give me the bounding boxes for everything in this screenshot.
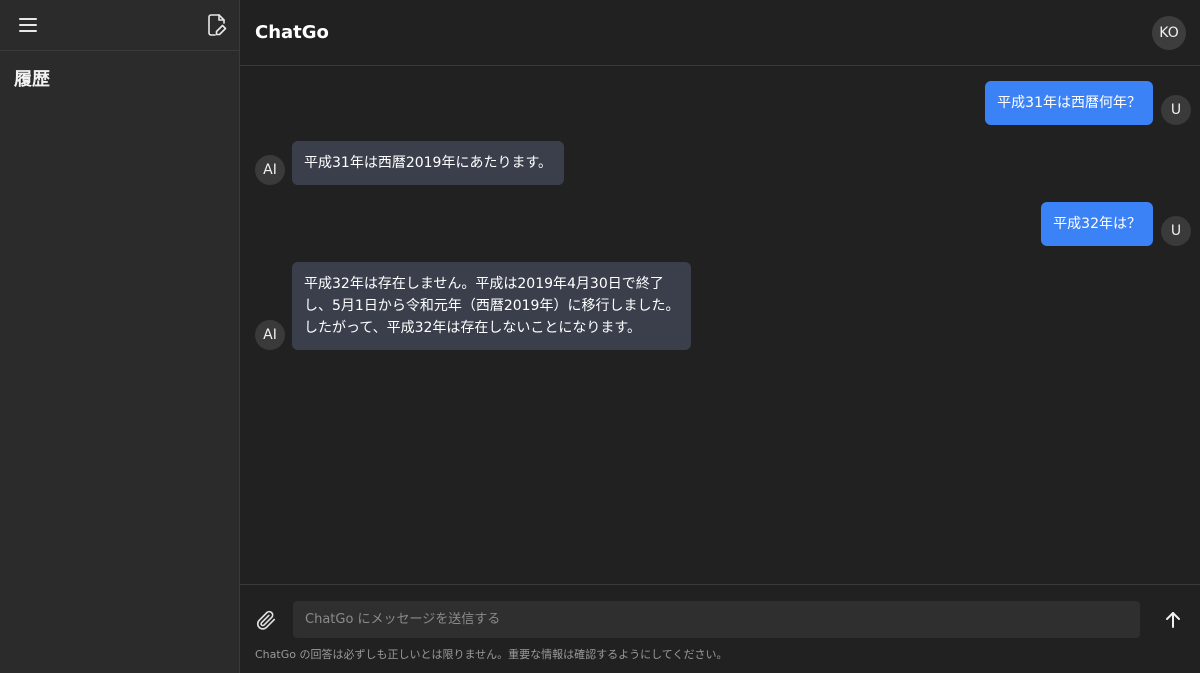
user-message: 平成32年は？ U	[1041, 202, 1191, 246]
ai-message-bubble: 平成32年は存在しません。平成は2019年4月30日で終了 し、5月1日から令和…	[292, 262, 692, 350]
user-message-bubble: 平成31年は西暦何年？	[985, 81, 1153, 125]
arrow-up-icon[interactable]	[1160, 607, 1186, 633]
user-message-bubble: 平成32年は？	[1041, 202, 1153, 246]
paperclip-icon[interactable]	[253, 607, 279, 633]
app-title: ChatGo	[255, 22, 329, 43]
history-heading: 履歴	[14, 69, 50, 90]
new-chat-icon[interactable]	[205, 13, 229, 37]
ai-message: AI 平成31年は西暦2019年にあたります。	[255, 141, 565, 185]
main-area: ChatGo KO 平成31年は西暦何年？ U AI 平成31年は西暦2019年…	[240, 0, 1200, 673]
profile-avatar[interactable]: KO	[1152, 15, 1186, 50]
disclaimer-text: ChatGo の回答は必ずしも正しいとは限りません。重要な情報は確認するようにし…	[255, 648, 728, 661]
ai-message-bubble: 平成31年は西暦2019年にあたります。	[292, 141, 565, 185]
ai-avatar: AI	[255, 320, 285, 350]
user-avatar: U	[1161, 216, 1191, 246]
chat-thread: 平成31年は西暦何年？ U AI 平成31年は西暦2019年にあたります。 平成…	[240, 66, 1200, 584]
ai-avatar: AI	[255, 155, 285, 185]
composer: ChatGo の回答は必ずしも正しいとは限りません。重要な情報は確認するようにし…	[240, 584, 1200, 673]
user-message: 平成31年は西暦何年？ U	[985, 81, 1191, 125]
ai-message: AI 平成32年は存在しません。平成は2019年4月30日で終了 し、5月1日か…	[255, 262, 692, 350]
composer-row	[253, 601, 1186, 638]
sidebar-toolbar	[0, 0, 239, 51]
header: ChatGo KO	[240, 0, 1200, 66]
hamburger-menu-icon[interactable]	[16, 13, 40, 37]
message-input[interactable]	[293, 601, 1140, 638]
user-avatar: U	[1161, 95, 1191, 125]
sidebar: 履歴	[0, 0, 240, 673]
app-window: 履歴 ChatGo KO 平成31年は西暦何年？ U AI 平成31年は西暦20…	[0, 0, 1200, 673]
